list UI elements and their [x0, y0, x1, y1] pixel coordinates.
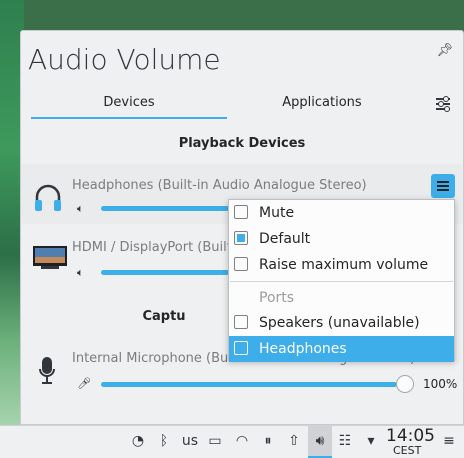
device-name: HDMI / DisplayPort (Built- — [72, 240, 237, 255]
clock-timezone: CEST — [393, 444, 422, 457]
device-menu-button[interactable] — [431, 174, 455, 198]
pin-icon[interactable]: 📌︎ — [436, 43, 453, 58]
volume-slider[interactable] — [101, 270, 229, 275]
taskbar: ◔ ᛒ us ▭ ◠ ⏸︎ ⇧ 🔊︎ ☷ ▾ 14:05 CEST ≡ — [0, 425, 464, 458]
ports-header: Ports — [229, 285, 454, 311]
volume-slider-handle[interactable] — [396, 375, 414, 393]
menu-item-label: Default — [259, 231, 311, 247]
menu-item-label: Speakers (unavailable) — [259, 315, 420, 331]
menu-item-label: Raise maximum volume — [259, 257, 429, 273]
device-name: Headphones (Built-in Audio Analogue Ster… — [72, 178, 367, 193]
settings-sliders-icon[interactable] — [435, 95, 451, 112]
menu-item-raise-max-volume[interactable]: Raise maximum volume — [229, 252, 454, 278]
bluetooth-icon[interactable]: ᛒ — [154, 426, 174, 458]
volume-percent: 100% — [423, 377, 458, 391]
battery-icon[interactable]: ▭ — [204, 426, 226, 458]
menu-item-port-speakers[interactable]: Speakers (unavailable) — [229, 310, 454, 336]
microphone-icon — [39, 357, 55, 384]
keyboard-layout[interactable]: us — [179, 426, 201, 458]
menu-item-label: Mute — [259, 205, 295, 221]
headphones-icon — [35, 184, 61, 211]
speaker-icon[interactable]: 🔈︎ — [77, 202, 84, 216]
default-checkbox[interactable] — [234, 231, 248, 245]
volume-slider[interactable] — [101, 206, 229, 211]
volume-tray-icon[interactable]: 🔊︎ — [308, 426, 332, 458]
tab-devices[interactable]: Devices — [31, 89, 227, 119]
device-context-menu: Mute Default Raise maximum volume Ports … — [228, 199, 455, 362]
menu-item-port-headphones[interactable]: Headphones — [229, 336, 454, 362]
menu-item-mute[interactable]: Mute — [229, 200, 454, 226]
speaker-icon[interactable]: 🔈︎ — [77, 266, 84, 280]
mute-checkbox[interactable] — [234, 205, 248, 219]
updates-icon[interactable]: ⇧ — [283, 426, 305, 458]
media-pause-icon[interactable]: ⏸︎ — [257, 426, 279, 458]
menu-item-label: Headphones — [259, 341, 347, 357]
clock-time[interactable]: 14:05 — [386, 426, 435, 446]
monitor-icon — [33, 246, 67, 269]
tab-bar: Devices Applications — [31, 89, 451, 119]
activity-icon[interactable]: ◔ — [128, 426, 148, 458]
panel-menu-icon[interactable]: ≡ — [440, 426, 458, 458]
port-headphones-radio[interactable] — [234, 341, 248, 355]
ports-header-label: Ports — [259, 290, 295, 306]
menu-separator — [230, 281, 453, 282]
expand-tray-icon[interactable]: ▾ — [360, 426, 382, 458]
clipboard-icon[interactable]: ☷ — [334, 426, 356, 458]
panel-title: Audio Volume — [28, 43, 221, 76]
wifi-icon[interactable]: ◠ — [231, 426, 253, 458]
mic-volume-icon[interactable]: 🎤︎ — [77, 377, 91, 390]
volume-slider[interactable] — [101, 382, 397, 387]
raise-volume-checkbox[interactable] — [234, 257, 248, 271]
playback-devices-heading: Playback Devices — [178, 136, 306, 151]
tab-applications[interactable]: Applications — [227, 89, 417, 117]
port-speakers-radio[interactable] — [234, 315, 248, 329]
menu-item-default[interactable]: Default — [229, 226, 454, 252]
